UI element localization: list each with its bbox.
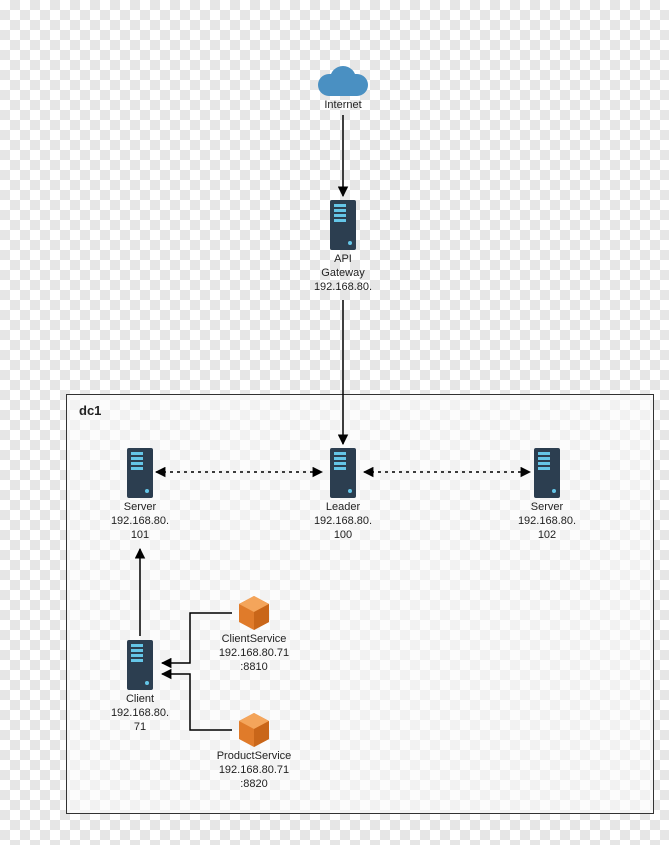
server-icon (534, 448, 560, 498)
client-node: Client 192.168.80. 71 (109, 640, 171, 734)
gateway-label-3: 192.168.80. (312, 281, 374, 295)
server-right-label-1: Server (516, 501, 578, 515)
server-icon (127, 448, 153, 498)
server-icon (330, 200, 356, 250)
client-service-label-3: :8810 (214, 661, 294, 675)
product-service-label-2: 192.168.80.71 (210, 764, 298, 778)
client-label-2: 192.168.80. (109, 707, 171, 721)
client-label-3: 71 (109, 721, 171, 735)
product-service-label-3: :8820 (210, 778, 298, 792)
gateway-label-2: Gateway (312, 267, 374, 281)
server-right-label-2: 192.168.80. (516, 515, 578, 529)
cloud-icon (318, 66, 368, 96)
internet-label: Internet (318, 99, 368, 113)
server-right-node: Server 192.168.80. 102 (516, 448, 578, 542)
server-right-label-3: 102 (516, 529, 578, 543)
leader-label-3: 100 (312, 529, 374, 543)
product-service-node: ProductService 192.168.80.71 :8820 (210, 713, 298, 791)
client-service-node: ClientService 192.168.80.71 :8810 (214, 596, 294, 674)
client-label-1: Client (109, 693, 171, 707)
lambda-cube-icon (239, 713, 269, 747)
product-service-label-1: ProductService (210, 750, 298, 764)
lambda-cube-icon (239, 596, 269, 630)
server-left-label-1: Server (109, 501, 171, 515)
server-left-node: Server 192.168.80. 101 (109, 448, 171, 542)
server-left-label-2: 192.168.80. (109, 515, 171, 529)
server-icon (127, 640, 153, 690)
server-left-label-3: 101 (109, 529, 171, 543)
leader-label-2: 192.168.80. (312, 515, 374, 529)
api-gateway-node: API Gateway 192.168.80. (312, 200, 374, 294)
leader-label-1: Leader (312, 501, 374, 515)
client-service-label-1: ClientService (214, 633, 294, 647)
gateway-label-1: API (312, 253, 374, 267)
leader-node: Leader 192.168.80. 100 (312, 448, 374, 542)
internet-node: Internet (318, 66, 368, 113)
server-icon (330, 448, 356, 498)
client-service-label-2: 192.168.80.71 (214, 647, 294, 661)
